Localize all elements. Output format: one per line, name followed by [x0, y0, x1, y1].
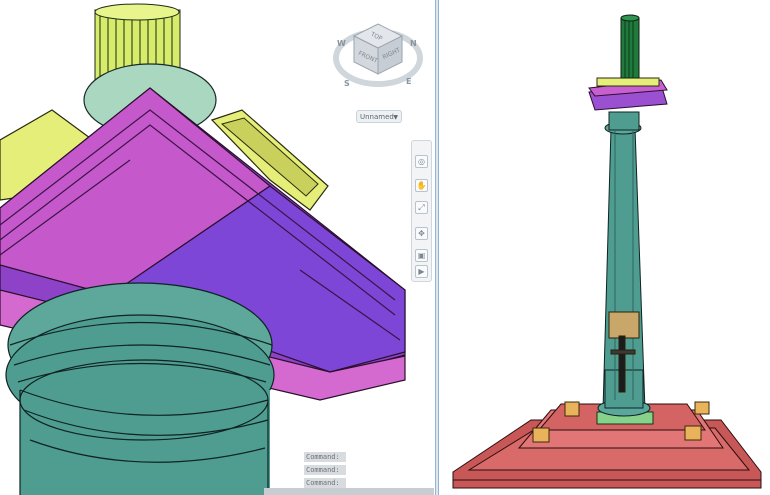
orbit-icon[interactable]: ✥	[415, 227, 428, 240]
viewcube[interactable]: TOP FRONT RIGHT N W S E	[330, 16, 428, 94]
compass-e[interactable]: E	[406, 77, 411, 86]
command-history-line: Command:	[304, 452, 346, 462]
showmotion-icon[interactable]: ▣	[415, 249, 428, 262]
compass-w[interactable]: W	[337, 39, 346, 48]
named-view-label: Unnamed	[360, 113, 394, 121]
capital-echinus	[5, 282, 275, 495]
compass-s[interactable]: S	[344, 79, 350, 88]
viewport-named-views-menu[interactable]: Unnamed ▼	[356, 110, 402, 123]
full-column-model	[452, 14, 762, 489]
command-history-line: Command:	[304, 478, 346, 488]
compass-n[interactable]: N	[410, 39, 417, 48]
chevron-down-icon: ▼	[393, 114, 398, 121]
pan-hand-icon[interactable]: ✋	[415, 179, 428, 192]
navigation-bar: ◎ ✋ ⤢ ✥ ▣ ▶	[411, 140, 432, 282]
zoom-extents-icon[interactable]: ⤢	[415, 201, 428, 214]
command-history-line: Command:	[304, 465, 346, 475]
left-viewport[interactable]: TOP FRONT RIGHT N W S E Unnamed ▼ ◎ ✋ ⤢ …	[0, 0, 435, 495]
upper-shaft	[620, 14, 640, 79]
column-capital	[588, 77, 668, 111]
steering-wheel-icon[interactable]: ◎	[415, 155, 428, 168]
play-icon[interactable]: ▶	[415, 265, 428, 278]
right-viewport[interactable]	[439, 0, 770, 495]
horizontal-scrollbar[interactable]	[264, 488, 434, 495]
